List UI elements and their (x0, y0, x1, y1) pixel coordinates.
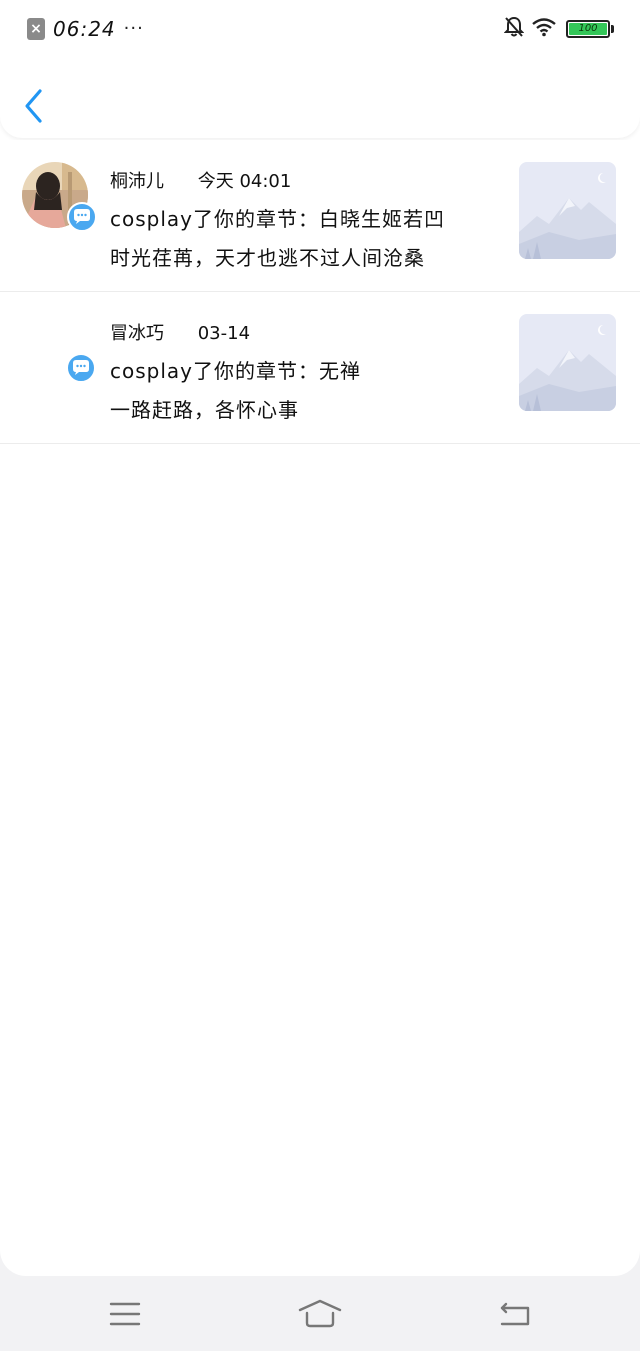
more-dots: ··· (123, 18, 144, 39)
message-line-1: cosplay了你的章节：白晓生姬若凹 (110, 207, 445, 231)
menu-icon (109, 1302, 141, 1326)
item-meta: 桐沛儿 今天 04:01 (110, 167, 291, 193)
battery-level: 100 (578, 23, 598, 34)
list-item[interactable]: 桐沛儿 今天 04:01 cosplay了你的章节：白晓生姬若凹 时光荏苒，天才… (0, 140, 640, 292)
system-back-button[interactable] (496, 1298, 536, 1330)
status-right: 100 (496, 16, 614, 42)
back-button[interactable] (20, 86, 50, 126)
notification-list: 桐沛儿 今天 04:01 cosplay了你的章节：白晓生姬若凹 时光荏苒，天才… (0, 140, 640, 444)
mountain-placeholder-icon[interactable] (519, 314, 616, 411)
home-button[interactable] (298, 1298, 342, 1330)
user-name[interactable]: 冒冰巧 (110, 319, 164, 345)
status-left: × 06:24 ··· (27, 17, 144, 41)
chevron-left-icon (25, 89, 42, 123)
back-arrow-icon (500, 1302, 530, 1326)
chat-bubble-icon (66, 353, 96, 383)
message-line-2: 一路赶路，各怀心事 (110, 398, 299, 422)
battery-tip (611, 25, 614, 33)
user-name[interactable]: 桐沛儿 (110, 167, 164, 193)
item-meta: 冒冰巧 03-14 (110, 319, 250, 345)
battery-indicator: 100 (566, 20, 610, 38)
list-item[interactable]: 冒冰巧 03-14 cosplay了你的章节：无禅 一路赶路，各怀心事 (0, 292, 640, 444)
status-bar: × 06:24 ··· 100 (0, 0, 640, 60)
status-time: 06:24 (53, 17, 116, 41)
home-icon (298, 1299, 342, 1328)
close-box-icon: × (27, 18, 45, 40)
header-bar: × 06:24 ··· 100 (0, 0, 640, 138)
chat-bubble-icon (67, 202, 97, 232)
app-screen: × 06:24 ··· 100 桐沛儿 今天 04:01 cosplay了你的章… (0, 0, 640, 1276)
menu-button[interactable] (105, 1298, 145, 1330)
system-nav-bar (0, 1276, 640, 1351)
message-line-1: cosplay了你的章节：无禅 (110, 359, 361, 383)
timestamp: 03-14 (197, 323, 251, 344)
mountain-placeholder-icon[interactable] (519, 162, 616, 259)
wifi-icon (532, 17, 556, 41)
timestamp: 今天 04:01 (197, 171, 292, 192)
message-line-2: 时光荏苒，天才也逃不过人间沧桑 (110, 246, 425, 270)
bell-off-icon (503, 16, 525, 42)
